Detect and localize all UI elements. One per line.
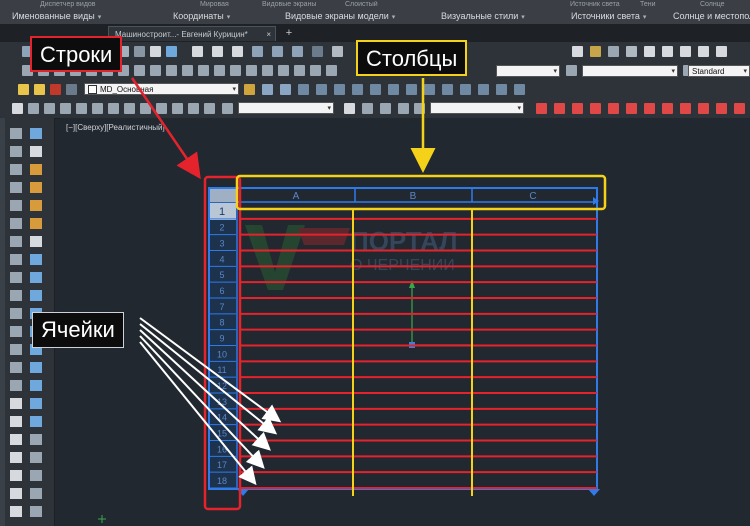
row-header-label[interactable]: 7 <box>219 302 224 312</box>
rows-callout: Строки <box>30 36 123 72</box>
row-header-label[interactable]: 4 <box>219 254 224 264</box>
column-header-label[interactable]: A <box>293 191 300 202</box>
column-labels: A B C <box>293 191 537 202</box>
table[interactable]: ABC 123456789101112131415161718 <box>208 187 600 496</box>
cells-arrow <box>139 335 265 469</box>
table-corner-cell[interactable] <box>210 189 236 202</box>
columns-callout: Столбцы <box>356 40 468 76</box>
row-header-label[interactable]: 1 <box>219 206 225 218</box>
row-header-label[interactable]: 17 <box>217 460 227 470</box>
row-header-label[interactable]: 3 <box>219 239 224 249</box>
cells-callout: Ячейки <box>32 312 124 348</box>
column-header-label[interactable]: C <box>529 191 536 202</box>
watermark-logo-bar <box>298 228 350 245</box>
row-header-label[interactable]: 18 <box>217 476 227 486</box>
table-grip-bottom[interactable] <box>588 489 600 496</box>
row-header-label[interactable]: 10 <box>217 349 227 359</box>
rows-arrow <box>130 77 201 180</box>
row-header-label[interactable]: 11 <box>217 365 226 375</box>
column-header-row <box>208 187 598 203</box>
row-header-label[interactable]: 6 <box>219 286 224 296</box>
row-header-label[interactable]: 5 <box>219 270 224 280</box>
row-header-label[interactable]: 8 <box>219 318 224 328</box>
row-header-label[interactable]: 9 <box>219 334 224 344</box>
row-header-label[interactable]: 2 <box>219 223 224 233</box>
column-header-label[interactable]: B <box>410 191 417 202</box>
row-header-label[interactable]: 14 <box>217 413 227 423</box>
drawing-overlay: ПОРТАЛ О ЧЕРЧЕНИИ ABC 123456789101112131… <box>98 77 607 523</box>
